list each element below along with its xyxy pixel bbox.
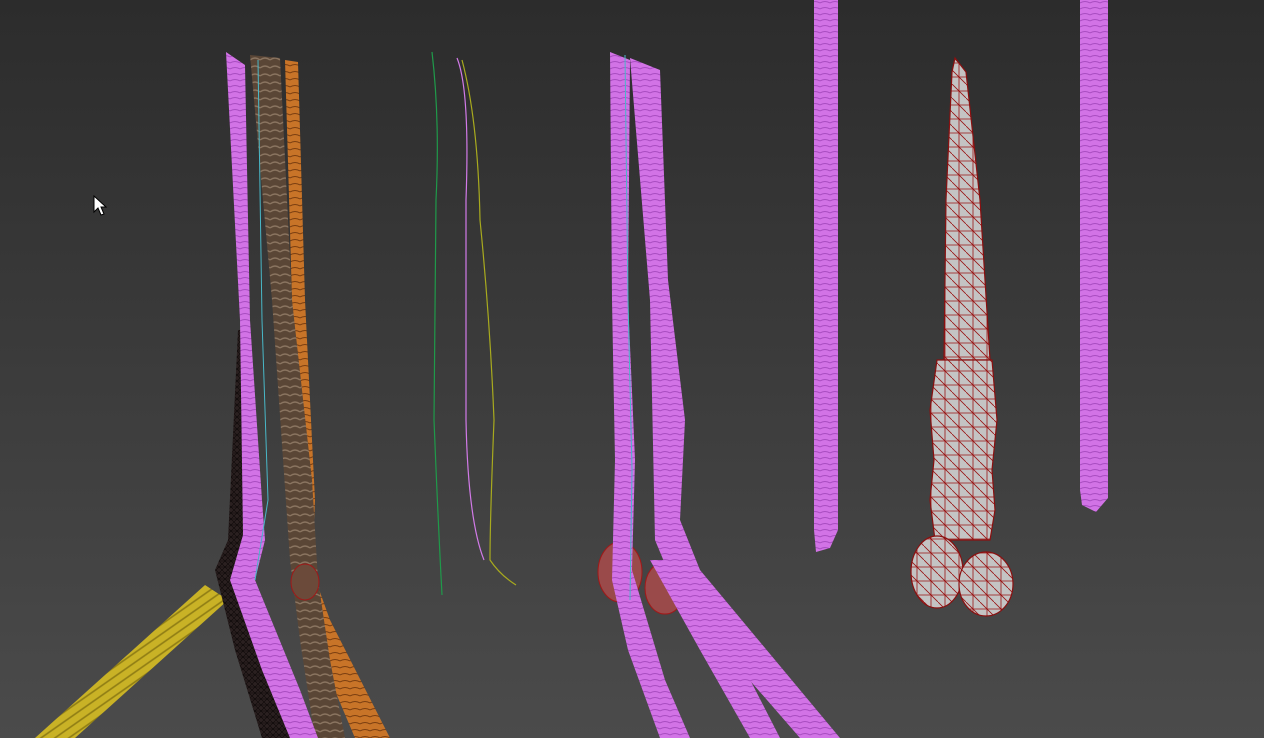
red-mesh-body[interactable] — [929, 359, 998, 541]
viewport-canvas[interactable] — [0, 0, 1264, 738]
magenta-strand-far-right-body[interactable] — [1080, 0, 1108, 512]
3d-perspective-viewport[interactable] — [0, 0, 1264, 738]
red-mesh-bulb-left[interactable] — [910, 535, 964, 609]
magenta-strand-far-right[interactable] — [1080, 0, 1108, 512]
magenta-strand-straight[interactable] — [814, 0, 838, 552]
magenta-strand-straight-body[interactable] — [814, 0, 838, 552]
red-mesh-bulb-right[interactable] — [958, 551, 1014, 617]
root-bulb-left — [290, 563, 320, 601]
